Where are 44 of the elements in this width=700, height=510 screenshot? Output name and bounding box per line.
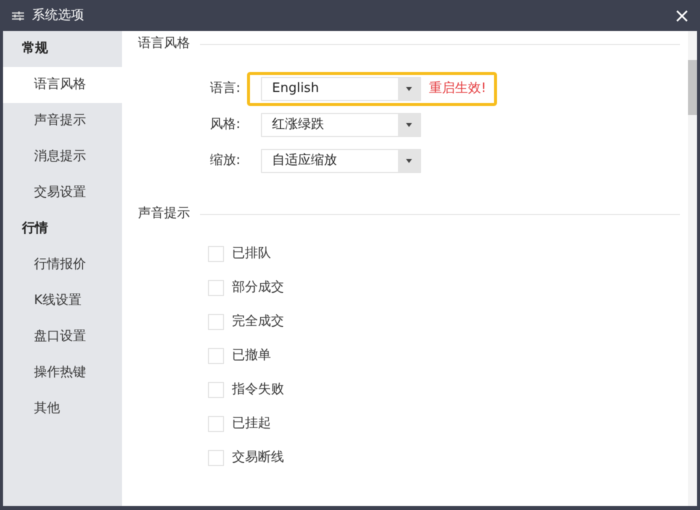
checkbox[interactable]: [208, 280, 224, 296]
scrollbar[interactable]: [688, 31, 697, 506]
dropdown-value: 自适应缩放: [271, 152, 338, 170]
sidebar-group-header: 常规: [21, 40, 49, 58]
field-label: 语言:: [209, 80, 242, 98]
sidebar-item[interactable]: 行情报价: [3, 247, 122, 283]
sidebar-item[interactable]: 声音提示: [3, 103, 122, 139]
dropdown[interactable]: 红涨绿跌: [261, 113, 421, 137]
sidebar-item[interactable]: 盘口设置: [3, 319, 122, 355]
window-title: 系统选项: [32, 6, 84, 25]
checkbox[interactable]: [208, 450, 224, 466]
checkbox-label: 已挂起: [232, 415, 271, 434]
checkbox[interactable]: [208, 314, 224, 330]
sliders-icon: [12, 10, 24, 20]
field-label: 风格:: [209, 116, 242, 134]
sidebar-item[interactable]: 其他: [3, 391, 122, 427]
caret-icon: [398, 114, 420, 136]
checkbox-label: 指令失败: [232, 381, 284, 400]
sidebar-item[interactable]: 语言风格: [3, 67, 122, 103]
checkbox-label: 完全成交: [232, 313, 284, 332]
checkbox[interactable]: [208, 348, 224, 364]
sidebar-item[interactable]: 操作热键: [3, 355, 122, 391]
checkbox[interactable]: [208, 416, 224, 432]
checkbox[interactable]: [208, 382, 224, 398]
sidebar-item[interactable]: K线设置: [3, 283, 122, 319]
dropdown[interactable]: English: [261, 77, 421, 101]
sidebar-group-header: 行情: [20, 220, 49, 238]
checkbox-label: 已撤单: [232, 347, 271, 366]
restart-note: 重启生效!: [429, 80, 486, 98]
sidebar-item[interactable]: 交易设置: [3, 175, 122, 211]
sidebar-item[interactable]: 消息提示: [3, 139, 122, 175]
dropdown[interactable]: 自适应缩放: [261, 149, 421, 173]
caret-icon: [398, 78, 420, 100]
field-label: 缩放:: [209, 152, 242, 170]
dropdown-value: English: [271, 80, 320, 98]
section-title: 语言风格: [138, 35, 190, 54]
checkbox-label: 部分成交: [232, 279, 284, 298]
checkbox-label: 交易断线: [232, 449, 284, 468]
checkbox-label: 已排队: [232, 245, 271, 264]
dropdown-value: 红涨绿跌: [271, 116, 325, 134]
caret-icon: [398, 150, 420, 172]
section-title: 声音提示: [138, 205, 190, 224]
checkbox[interactable]: [208, 246, 224, 262]
close-icon[interactable]: [676, 10, 688, 22]
